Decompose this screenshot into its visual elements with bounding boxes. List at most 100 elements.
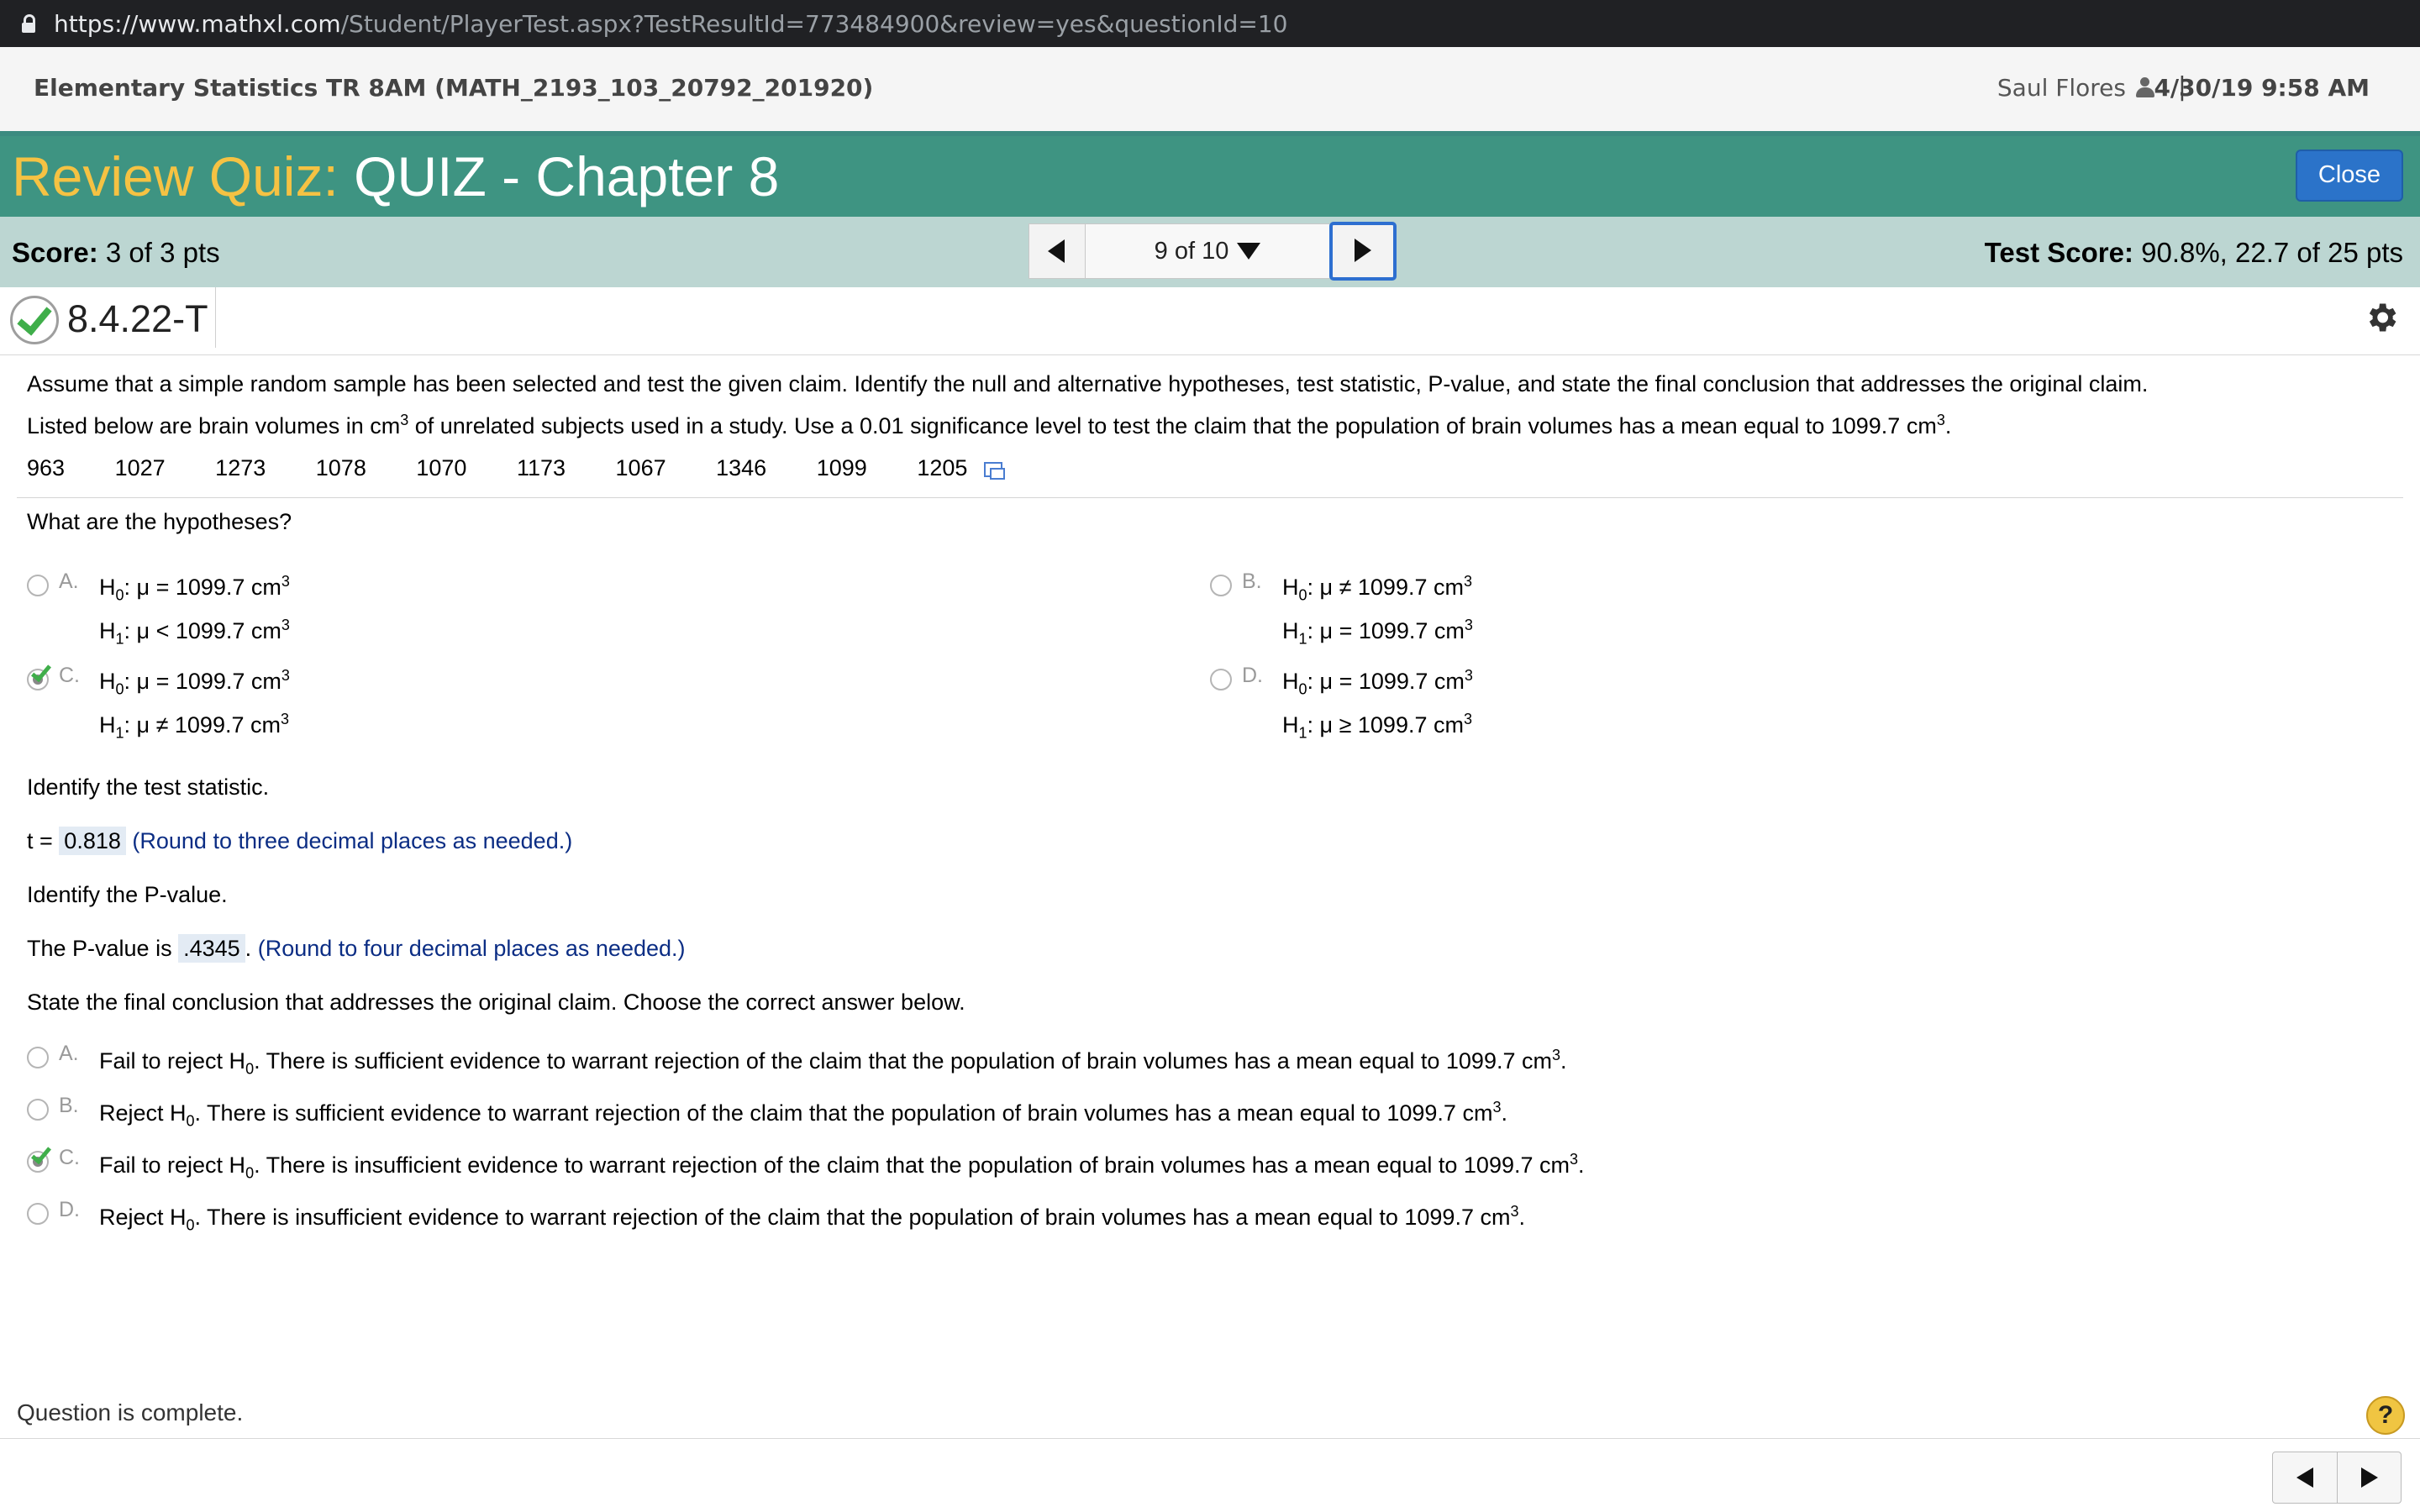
previous-page-button[interactable]	[2273, 1452, 2338, 1503]
data-values: 963 1027 1273 1078 1070 1173 1067 1346 1…	[27, 455, 1046, 481]
gear-icon[interactable]	[2363, 299, 2400, 336]
period: .	[1578, 1152, 1585, 1178]
question-navigator: 9 of 10	[1028, 222, 1397, 281]
data-value: 1273	[215, 455, 266, 480]
help-icon[interactable]: ?	[2366, 1396, 2405, 1435]
test-statistic-prompt: Identify the test statistic.	[27, 774, 270, 800]
cube-exponent: 3	[1464, 667, 1473, 684]
lock-icon	[22, 14, 35, 33]
cube-exponent: 3	[400, 412, 409, 428]
next-page-button[interactable]	[2338, 1452, 2402, 1503]
h-subscript: 0	[245, 1164, 255, 1182]
question-select[interactable]: 9 of 10	[1086, 223, 1329, 279]
data-value: 1205	[917, 455, 968, 480]
url-path: /Student/PlayerTest.aspx?TestResultId=77…	[340, 9, 1288, 38]
radio-b[interactable]	[1210, 575, 1232, 596]
hypothesis-relation: : μ ≠ 1099.7 cm	[1307, 575, 1464, 600]
header-datetime: 4/30/19 9:58 AM	[2154, 74, 2370, 102]
data-value: 1346	[716, 455, 767, 480]
radio-c-selected[interactable]	[27, 669, 49, 690]
null-hypothesis: H0: μ = 1099.7 cm3	[99, 667, 290, 698]
conclusion-post: . There is insufficient evidence to warr…	[194, 1205, 1511, 1230]
cube-exponent: 3	[281, 573, 290, 590]
h-subscript: 0	[186, 1216, 195, 1234]
question-position: 9 of 10	[1154, 237, 1229, 265]
radio-c-selected[interactable]	[27, 1151, 49, 1173]
person-icon	[2136, 77, 2154, 97]
statement-part-2: of unrelated subjects used in a study. U…	[408, 413, 1937, 438]
course-title: Elementary Statistics TR 8AM (MATH_2193_…	[34, 74, 874, 102]
conclusion-pre: Fail to reject H	[99, 1152, 246, 1178]
cube-exponent: 3	[1510, 1203, 1519, 1220]
next-question-button[interactable]	[1329, 222, 1397, 281]
question-id-row: 8.4.22-T	[0, 287, 2420, 355]
score-bar: Score: 3 of 3 pts 9 of 10 Test Score: 90…	[0, 217, 2420, 287]
cube-exponent: 3	[1463, 711, 1472, 727]
cube-exponent: 3	[1492, 1099, 1502, 1116]
bottom-pager	[2272, 1452, 2402, 1504]
option-letter: B.	[59, 1094, 79, 1117]
cube-exponent: 3	[1551, 1047, 1560, 1063]
hypothesis-relation: : μ = 1099.7 cm	[1307, 618, 1465, 643]
cube-exponent: 3	[281, 667, 290, 684]
hypothesis-relation: : μ ≥ 1099.7 cm	[1307, 712, 1464, 738]
cube-exponent: 3	[280, 711, 289, 727]
h-symbol: H	[99, 618, 116, 643]
hypothesis-relation: : μ = 1099.7 cm	[1307, 669, 1465, 694]
test-score-value: 90.8%, 22.7 of 25 pts	[2141, 237, 2403, 268]
divider	[215, 287, 216, 348]
check-icon	[10, 296, 59, 344]
radio-d[interactable]	[1210, 669, 1232, 690]
test-statistic-answer[interactable]: 0.818	[59, 827, 126, 855]
conclusion-text: Reject H0. There is sufficient evidence …	[99, 1099, 1507, 1128]
cube-exponent: 3	[1463, 573, 1472, 590]
conclusion-post: . There is insufficient evidence to warr…	[254, 1152, 1570, 1178]
null-hypothesis: H0: μ = 1099.7 cm3	[1282, 667, 1473, 696]
p-value-row: The P-value is .4345. (Round to four dec…	[27, 934, 686, 963]
conclusion-pre: Fail to reject H	[99, 1048, 246, 1074]
alternative-hypothesis: H1: μ ≠ 1099.7 cm3	[99, 711, 289, 740]
quiz-title: Review Quiz: QUIZ - Chapter 8	[12, 144, 779, 208]
url-host: https://www.mathxl.com	[54, 9, 341, 38]
radio-b[interactable]	[27, 1099, 49, 1121]
test-score: Test Score: 90.8%, 22.7 of 25 pts	[1985, 237, 2403, 269]
cube-exponent: 3	[1570, 1151, 1579, 1168]
p-value-answer[interactable]: .4345	[178, 934, 245, 963]
browser-url-bar[interactable]: https://www.mathxl.com/Student/PlayerTes…	[0, 0, 2420, 47]
cube-exponent: 3	[1464, 617, 1473, 633]
radio-a[interactable]	[27, 575, 49, 596]
null-hypothesis: H0: μ = 1099.7 cm3	[99, 573, 290, 604]
completion-status: Question is complete.	[17, 1399, 244, 1425]
option-letter: B.	[1242, 570, 1262, 593]
quiz-name: QUIZ - Chapter 8	[354, 145, 780, 207]
close-button[interactable]: Close	[2296, 150, 2403, 202]
data-value: 1027	[114, 455, 166, 480]
data-value: 1078	[315, 455, 366, 480]
period: .	[1501, 1100, 1507, 1126]
h-subscript: 0	[245, 1060, 255, 1078]
conclusion-post: . There is sufficient evidence to warran…	[194, 1100, 1493, 1126]
copy-data-icon[interactable]	[983, 461, 1005, 480]
h-symbol: H	[99, 712, 116, 738]
divider	[17, 497, 2403, 498]
h-subscript: 0	[115, 586, 124, 604]
previous-question-button[interactable]	[1028, 223, 1086, 279]
footer-status-bar: Question is complete. ?	[0, 1378, 2420, 1439]
radio-a[interactable]	[27, 1047, 49, 1068]
question-intro: Assume that a simple random sample has b…	[27, 371, 2149, 396]
data-value: 1070	[416, 455, 467, 480]
option-letter: A.	[59, 570, 79, 593]
conclusion-prompt: State the final conclusion that addresse…	[27, 990, 965, 1015]
rounding-hint: (Round to four decimal places as needed.…	[257, 936, 686, 961]
h-symbol: H	[99, 575, 116, 600]
data-value: 1067	[615, 455, 666, 480]
radio-d[interactable]	[27, 1203, 49, 1225]
t-label: t =	[27, 828, 53, 853]
h-subscript: 0	[115, 680, 124, 698]
alternative-hypothesis: H1: μ < 1099.7 cm3	[99, 617, 290, 646]
question-score: Score: 3 of 3 pts	[12, 237, 220, 269]
conclusion-pre: Reject H	[99, 1205, 187, 1230]
score-value: 3 of 3 pts	[105, 237, 220, 268]
hypothesis-relation: : μ = 1099.7 cm	[124, 669, 281, 694]
question-statement: Listed below are brain volumes in cm3 of…	[27, 412, 1951, 439]
